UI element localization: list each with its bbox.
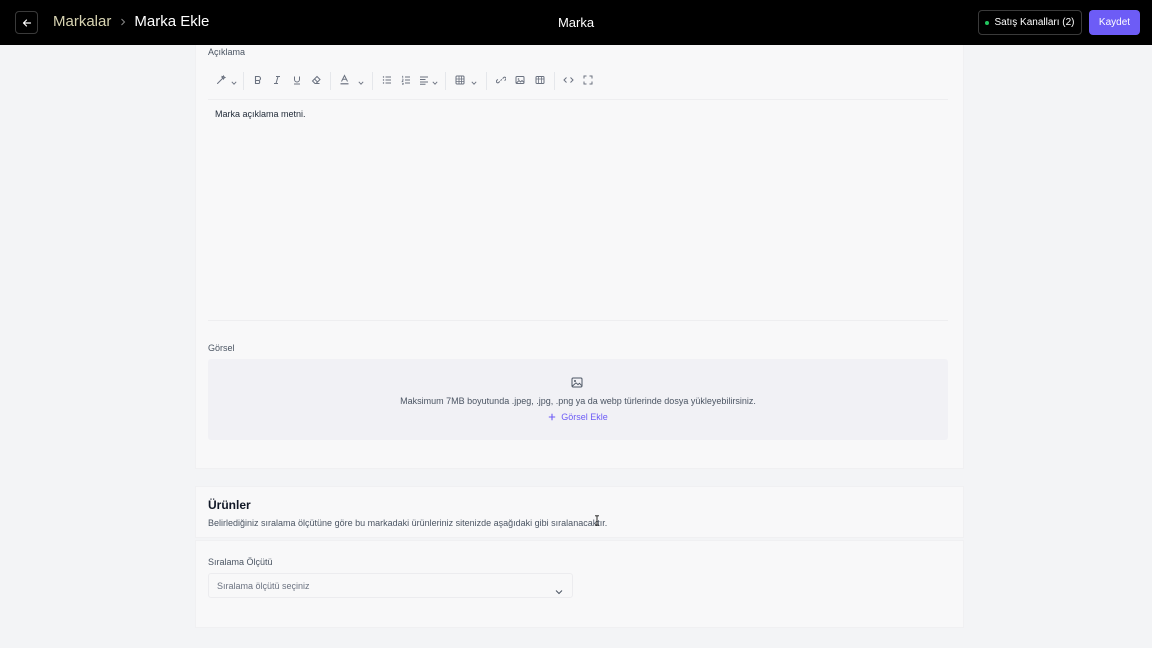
- table-dropdown[interactable]: [450, 70, 482, 92]
- bold-button[interactable]: [248, 70, 268, 92]
- description-editor[interactable]: Marka açıklama metni.: [208, 99, 948, 321]
- toolbar-divider: [372, 72, 373, 90]
- chevron-down-icon: [555, 582, 563, 600]
- add-image-button[interactable]: Görsel Ekle: [208, 412, 948, 422]
- text-color-dropdown[interactable]: [335, 70, 368, 92]
- clear-format-button[interactable]: [307, 70, 327, 92]
- products-header-card: [195, 486, 964, 538]
- sort-criteria-label: Sıralama Ölçütü: [208, 557, 273, 567]
- ai-tools-dropdown[interactable]: [214, 70, 239, 92]
- arrow-left-icon: [22, 18, 31, 27]
- align-dropdown[interactable]: [416, 70, 441, 92]
- bullet-list-icon: [382, 72, 392, 90]
- insert-video-button[interactable]: [530, 70, 550, 92]
- code-view-button[interactable]: [559, 70, 579, 92]
- fullscreen-button[interactable]: [578, 70, 598, 92]
- italic-button[interactable]: [268, 70, 288, 92]
- editor-toolbar: [214, 70, 598, 92]
- align-icon: [419, 72, 429, 90]
- image-icon: [515, 72, 525, 90]
- image-upload-dropzone[interactable]: Maksimum 7MB boyutunda .jpeg, .jpg, .png…: [208, 359, 948, 440]
- eraser-icon: [311, 72, 321, 90]
- chevron-down-icon: [231, 72, 237, 90]
- editor-content: Marka açıklama metni.: [215, 109, 306, 119]
- chevron-down-icon: [358, 72, 364, 90]
- video-icon: [535, 72, 545, 90]
- back-button[interactable]: [15, 11, 38, 34]
- numbered-list-icon: [401, 72, 411, 90]
- upload-note: Maksimum 7MB boyutunda .jpeg, .jpg, .png…: [400, 396, 756, 406]
- sales-channels-button[interactable]: Satış Kanalları (2): [978, 10, 1082, 35]
- top-bar: Markalar Marka Ekle Marka Satış Kanallar…: [0, 0, 1152, 45]
- text-color-icon: [339, 72, 350, 90]
- save-button[interactable]: Kaydet: [1089, 10, 1140, 35]
- numbered-list-button[interactable]: [397, 70, 417, 92]
- breadcrumb-markalar-link[interactable]: Markalar: [53, 13, 111, 30]
- image-label: Görsel: [208, 343, 235, 353]
- toolbar-divider: [553, 72, 555, 90]
- toolbar-divider: [330, 72, 331, 90]
- products-title: Ürünler: [208, 498, 251, 512]
- plus-icon: [548, 413, 556, 421]
- fullscreen-icon: [583, 72, 593, 90]
- underline-icon: [292, 72, 302, 90]
- sort-criteria-select[interactable]: Sıralama ölçütü seçiniz: [208, 573, 573, 598]
- link-button[interactable]: [491, 70, 511, 92]
- sales-channels-label: Satış Kanalları (2): [994, 17, 1075, 28]
- link-icon: [495, 72, 507, 90]
- chevron-down-icon: [432, 72, 438, 90]
- products-description: Belirlediğiniz sıralama ölçütüne göre bu…: [208, 518, 608, 528]
- code-icon: [563, 72, 574, 90]
- toolbar-divider: [486, 72, 487, 90]
- status-dot-icon: [985, 20, 990, 25]
- bold-icon: [253, 72, 263, 90]
- add-image-label: Görsel Ekle: [561, 412, 608, 422]
- chevron-down-icon: [471, 72, 477, 90]
- magic-wand-icon: [216, 72, 227, 90]
- text-cursor-icon: [594, 513, 600, 531]
- insert-image-button[interactable]: [511, 70, 531, 92]
- toolbar-divider: [243, 72, 244, 90]
- bullet-list-button[interactable]: [377, 70, 397, 92]
- image-icon: [571, 375, 583, 393]
- breadcrumb: Markalar Marka Ekle: [53, 13, 209, 30]
- table-icon: [455, 72, 465, 90]
- toolbar-divider: [445, 72, 446, 90]
- sort-criteria-placeholder: Sıralama ölçütü seçiniz: [217, 581, 310, 591]
- description-label: Açıklama: [208, 47, 246, 57]
- italic-icon: [272, 72, 282, 90]
- breadcrumb-current: Marka Ekle: [134, 13, 210, 30]
- chevron-right-icon: [120, 18, 126, 26]
- underline-button[interactable]: [287, 70, 307, 92]
